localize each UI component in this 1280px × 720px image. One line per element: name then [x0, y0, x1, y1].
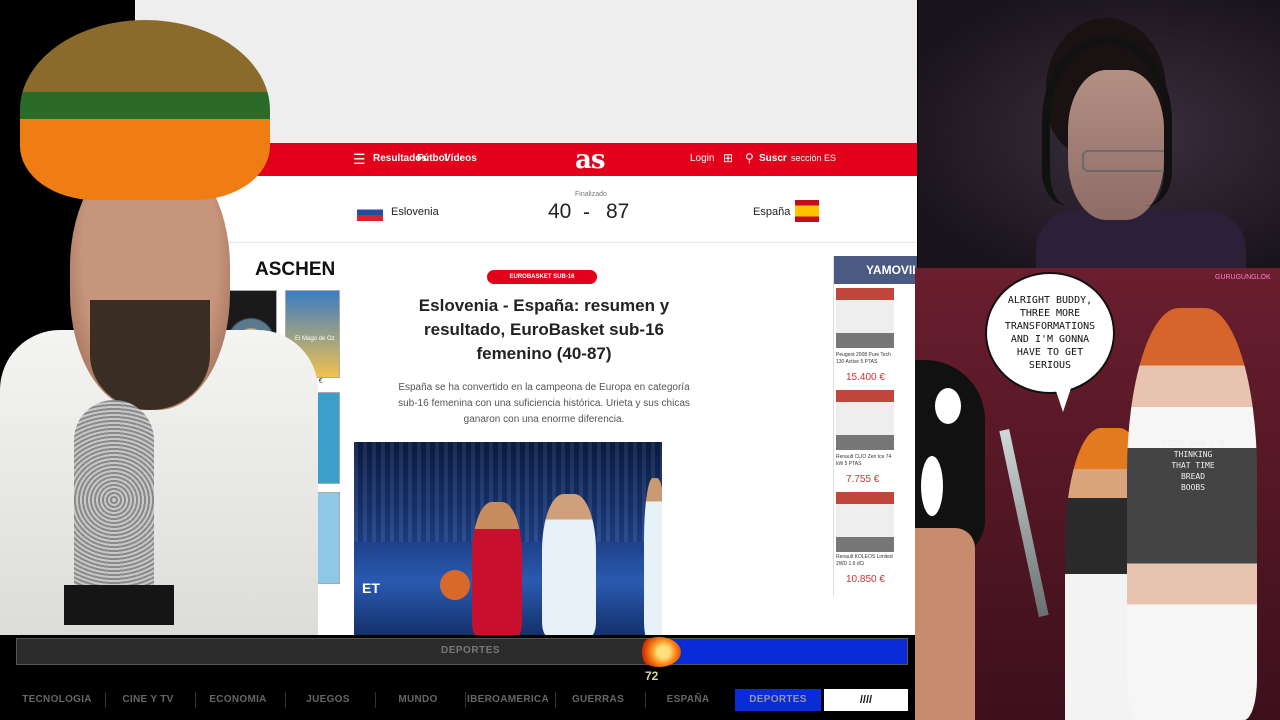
ticker-progress-bar: DEPORTES: [16, 637, 908, 667]
nav-link-videos[interactable]: Vídeos: [444, 153, 477, 164]
car-description: Renault KOLEOS Limited 2WD 1.6 dCi: [836, 554, 893, 567]
car-description: Renault CLIO Zen tce 74 kW 5 PTAS: [836, 454, 892, 467]
photo-floor-text: ET: [362, 580, 380, 596]
grid-icon[interactable]: ⊞: [723, 151, 733, 165]
right-ad-banner[interactable]: YAMOVIL Peugeot 2008 Pure Tech 130 Activ…: [833, 256, 917, 596]
subscribe-link[interactable]: Suscr: [759, 153, 787, 164]
ticker-category[interactable]: IBEROAMERICA: [465, 689, 551, 711]
article-summary: España se ha convertido en la campeona d…: [398, 382, 690, 425]
player-slovenia-2: [644, 478, 662, 635]
ticker-category[interactable]: TECNOLOGIA: [14, 689, 100, 711]
comic-shirt-text: RIGHT NOW I'M THINKING THAT TIME BREAD B…: [1161, 439, 1225, 492]
yamovil-brand: YAMOVIL: [834, 256, 917, 284]
ticker-count: 72: [645, 669, 659, 683]
ticker-bar-fill: [657, 639, 907, 664]
car-image[interactable]: [836, 390, 894, 450]
away-score: 87: [606, 200, 630, 223]
slovenia-flag-icon: [357, 204, 383, 221]
fireball-icon: [637, 637, 681, 667]
ticker-category[interactable]: MUNDO: [375, 689, 461, 711]
article-tag[interactable]: EUROBASKET SUB-16: [487, 270, 597, 284]
ticker-category[interactable]: ESPAÑA: [645, 689, 731, 711]
streamer-knit-hat: [20, 20, 270, 200]
article-headline[interactable]: Eslovenia - España: resumen y resultado,…: [394, 294, 694, 366]
ticker-categories: TECNOLOGIA CINE Y TV ECONOMIA JUEGOS MUN…: [14, 689, 914, 711]
match-status: Finalizado: [575, 191, 607, 198]
car-price: 10.850 €: [846, 574, 885, 585]
microphone-icon: [74, 400, 154, 600]
car-price: 7.755 €: [846, 474, 880, 485]
mask-character-jaw: [915, 528, 975, 720]
news-ticker: DEPORTES 72 TECNOLOGIA CINE Y TV ECONOMI…: [0, 635, 915, 720]
muscular-character: [1127, 308, 1257, 720]
left-webcam-overlay: [0, 0, 330, 635]
ticker-category[interactable]: CINE Y TV: [105, 689, 191, 711]
right-webcam-overlay: [918, 0, 1280, 268]
ticker-category[interactable]: ECONOMIA: [195, 689, 281, 711]
player-slovenia: [542, 494, 596, 635]
ticker-bar-label: DEPORTES: [441, 645, 501, 656]
ticker-box: ////: [824, 689, 908, 711]
as-logo[interactable]: as: [575, 145, 606, 175]
speech-bubble-tail: [1055, 388, 1071, 412]
mask-eye: [921, 456, 943, 516]
away-team-name: España: [753, 206, 791, 218]
user-icon[interactable]: ⚲: [745, 151, 754, 165]
car-image[interactable]: [836, 492, 894, 552]
ticker-category[interactable]: JUEGOS: [285, 689, 371, 711]
guest-shirt: [1036, 210, 1246, 268]
score-separator: -: [583, 201, 590, 224]
headset-icon: [1042, 36, 1172, 206]
spain-flag-icon: [795, 200, 819, 222]
speech-bubble: ALRIGHT BUDDY, THREE MORE TRANSFORMATION…: [985, 272, 1115, 394]
player-spain: [472, 502, 522, 635]
ticker-category[interactable]: GUERRAS: [555, 689, 641, 711]
basketball-icon: [440, 570, 470, 600]
comic-credit: GURUGUNGLOK: [1215, 274, 1271, 281]
nav-link-futbol[interactable]: Fútbol: [417, 153, 448, 164]
login-link[interactable]: Login: [690, 153, 714, 164]
microphone-stand: [64, 585, 174, 625]
article-photo[interactable]: ET: [354, 442, 662, 635]
speech-bubble-text: ALRIGHT BUDDY, THREE MORE TRANSFORMATION…: [1004, 295, 1096, 371]
car-image[interactable]: [836, 288, 894, 348]
car-price: 15.400 €: [846, 372, 885, 383]
hamburger-menu-icon[interactable]: ☰: [353, 151, 366, 168]
streamer-beard: [90, 300, 210, 410]
car-description: Peugeot 2008 Pure Tech 130 Active 5 PTAS: [836, 352, 891, 365]
comic-panel: GURUGUNGLOK RIGHT NOW I'M THINKING THAT …: [915, 268, 1280, 720]
ticker-category-active[interactable]: DEPORTES: [735, 689, 821, 711]
home-score: 40: [548, 200, 572, 223]
sword-icon: [999, 429, 1049, 617]
home-team-name: Eslovenia: [391, 206, 439, 218]
region-selector[interactable]: sección ES: [791, 153, 836, 163]
mask-eye: [935, 388, 961, 424]
